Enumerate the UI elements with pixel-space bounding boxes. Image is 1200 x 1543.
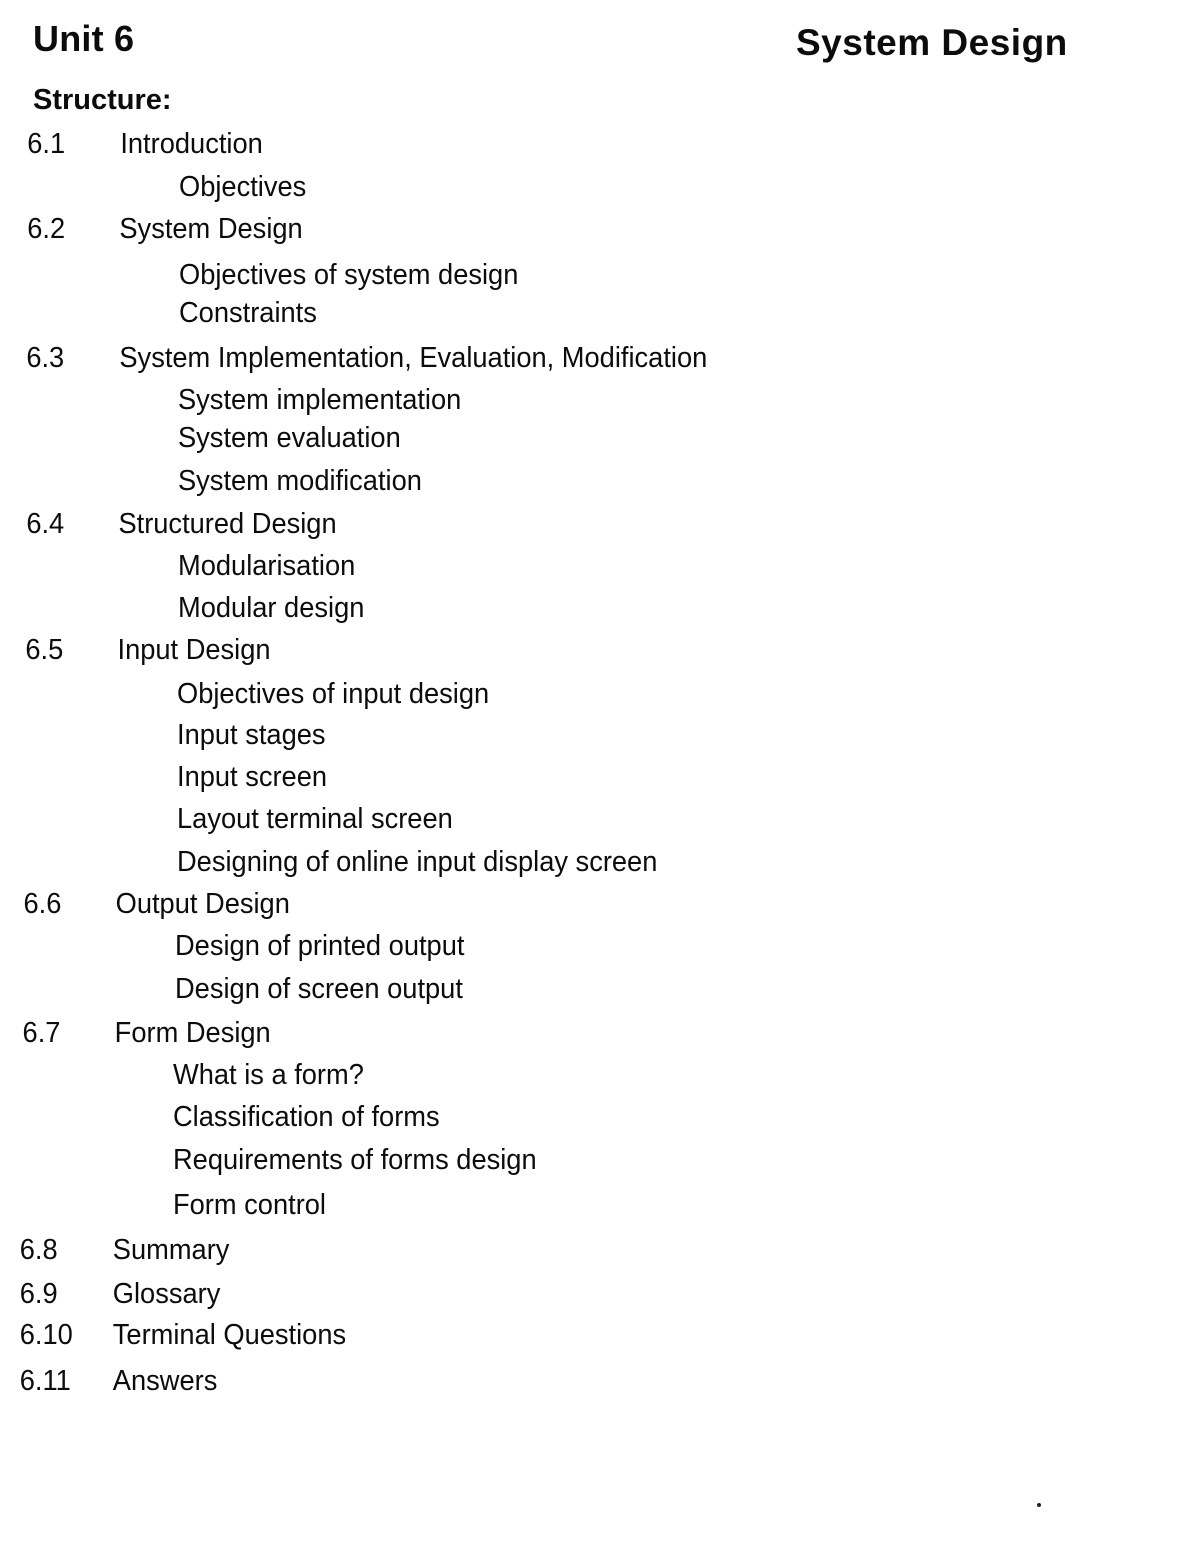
table-of-contents: 6.1 Introduction Objectives 6.2 System Desig… — [0, 0, 1200, 1543]
toc-subsection-row: Input screen — [177, 760, 327, 794]
toc-section-number: 6.1 — [27, 128, 66, 160]
toc-subsection-title: Modularisation — [178, 550, 356, 582]
toc-subsection-title: What is a form? — [173, 1059, 364, 1091]
toc-subsection-title: System evaluation — [178, 422, 401, 454]
toc-subsection-row: Objectives of input design — [177, 677, 489, 711]
toc-section-number: 6.4 — [26, 508, 65, 540]
scan-speck — [1037, 1503, 1041, 1507]
toc-subsection-row: What is a form? — [173, 1058, 364, 1092]
toc-subsection-title: Design of printed output — [175, 930, 465, 962]
toc-section-title: Input Design — [117, 634, 271, 666]
toc-section-number: 6.5 — [25, 634, 64, 666]
toc-section-number: 6.8 — [19, 1234, 58, 1266]
toc-section-title: Answers — [112, 1365, 218, 1397]
toc-subsection-title: Modular design — [178, 592, 365, 624]
toc-subsection-row: Constraints — [179, 296, 317, 330]
toc-section-number: 6.7 — [22, 1017, 61, 1049]
toc-subsection-row: Design of printed output — [175, 929, 464, 963]
toc-subsection-row: Designing of online input display screen — [177, 845, 657, 879]
toc-subsection-title: Input screen — [177, 761, 328, 793]
toc-subsection-title: Designing of online input display screen — [177, 846, 658, 878]
toc-subsection-title: Input stages — [177, 719, 326, 751]
toc-subsection-row: Modular design — [178, 591, 364, 625]
toc-section-title: System Implementation, Evaluation, Modif… — [119, 342, 708, 374]
toc-section-number: 6.6 — [23, 888, 62, 920]
toc-section-number: 6.11 — [19, 1365, 71, 1397]
toc-subsection-title: System modification — [178, 465, 422, 497]
toc-subsection-row: Input stages — [177, 718, 326, 752]
toc-subsection-title: Objectives of input design — [177, 678, 490, 710]
toc-subsection-title: Layout terminal screen — [177, 803, 453, 835]
toc-subsection-title: System implementation — [178, 384, 462, 416]
toc-section-title: Form Design — [114, 1017, 271, 1049]
toc-section-title: Introduction — [120, 128, 263, 160]
toc-subsection-title: Form control — [173, 1189, 326, 1221]
toc-section-number: 6.9 — [19, 1278, 58, 1310]
toc-subsection-row: System modification — [178, 464, 422, 498]
toc-subsection-row: Modularisation — [178, 549, 355, 583]
toc-section-title: Glossary — [112, 1278, 221, 1310]
toc-section-title: Terminal Questions — [112, 1319, 347, 1351]
toc-subsection-row: Objectives — [179, 170, 306, 204]
toc-section-number: 6.3 — [26, 342, 65, 374]
toc-subsection-row: Design of screen output — [175, 972, 463, 1006]
toc-subsection-row: System evaluation — [178, 421, 401, 455]
toc-subsection-title: Objectives of system design — [179, 259, 519, 291]
toc-section-title: Structured Design — [118, 508, 337, 540]
toc-subsection-title: Design of screen output — [175, 973, 463, 1005]
toc-subsection-title: Objectives — [179, 171, 307, 203]
toc-subsection-row: Form control — [173, 1188, 326, 1222]
toc-section-title: Output Design — [115, 888, 290, 920]
toc-subsection-title: Classification of forms — [173, 1101, 440, 1133]
toc-subsection-row: System implementation — [178, 383, 461, 417]
toc-section-title: Summary — [112, 1234, 230, 1266]
toc-section-title: System Design — [119, 213, 303, 245]
toc-subsection-row: Layout terminal screen — [177, 802, 453, 836]
toc-subsection-title: Requirements of forms design — [173, 1144, 537, 1176]
toc-subsection-title: Constraints — [179, 297, 317, 329]
toc-section-number: 6.10 — [19, 1319, 73, 1351]
toc-subsection-row: Requirements of forms design — [173, 1143, 537, 1177]
toc-subsection-row: Classification of forms — [173, 1100, 440, 1134]
toc-subsection-row: Objectives of system design — [179, 258, 518, 292]
toc-section-number: 6.2 — [27, 213, 66, 245]
